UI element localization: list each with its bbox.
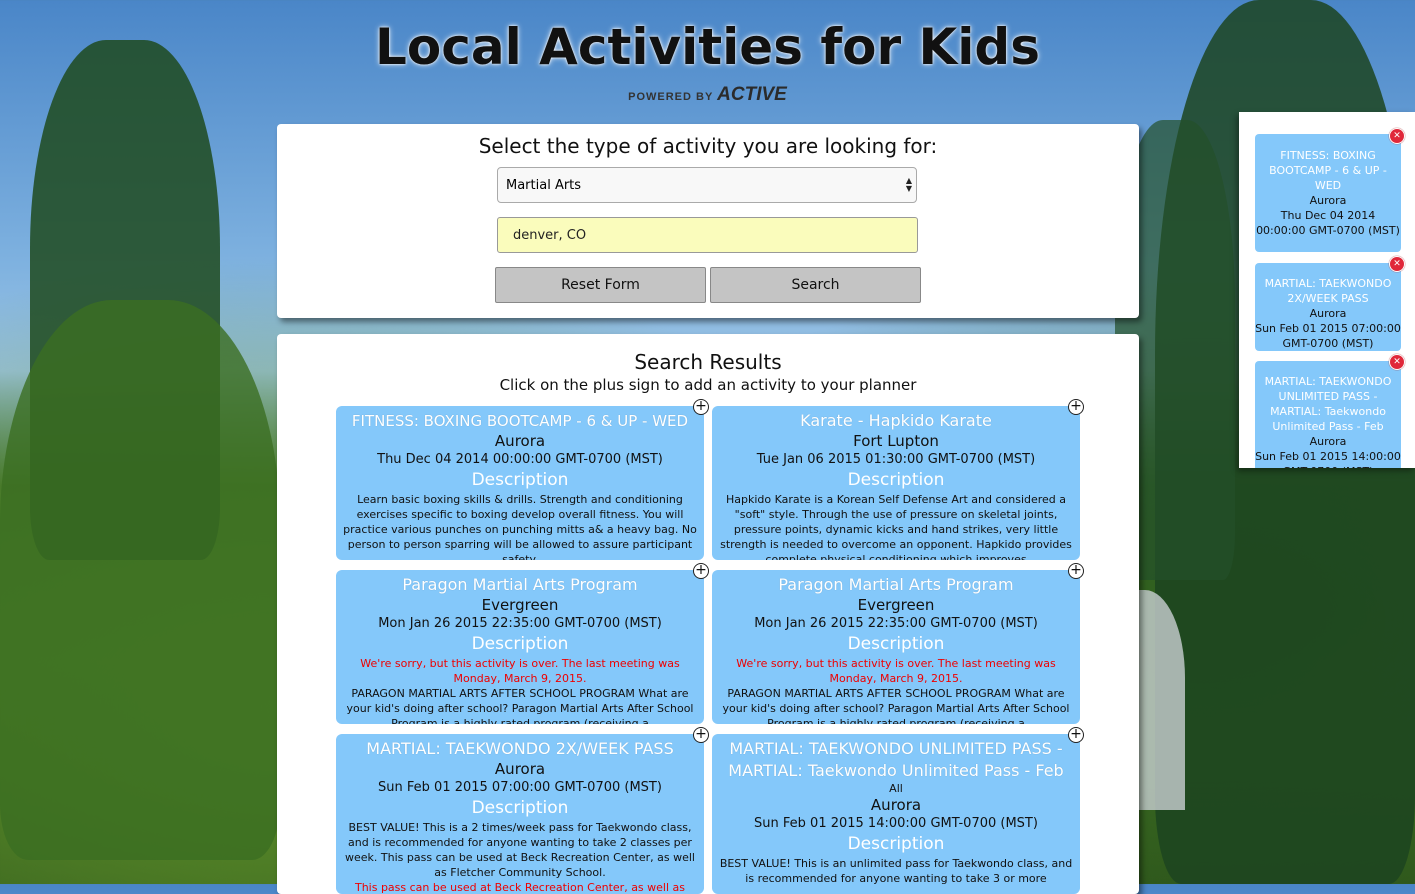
activity-planner-sidebar: FITNESS: BOXING BOOTCAMP - 6 & UP - WED … bbox=[1239, 112, 1415, 468]
activity-description: Learn basic boxing skills & drills. Stre… bbox=[343, 493, 697, 560]
reset-form-button[interactable]: Reset Form bbox=[495, 267, 706, 303]
background-meadow bbox=[0, 300, 280, 860]
planner-item-city: Aurora bbox=[1309, 307, 1347, 320]
activity-description: Hapkido Karate is a Korean Self Defense … bbox=[720, 493, 1072, 560]
activity-card: MARTIAL: TAEKWONDO UNLIMITED PASS - MART… bbox=[712, 734, 1080, 894]
add-to-planner-plus-icon[interactable]: + bbox=[1068, 399, 1084, 415]
add-to-planner-plus-icon[interactable]: + bbox=[1068, 563, 1084, 579]
activity-date: Tue Jan 06 2015 01:30:00 GMT-0700 (MST) bbox=[756, 452, 1036, 467]
activity-card: Paragon Martial Arts Program Evergreen M… bbox=[712, 570, 1080, 724]
planner-item-city: Aurora bbox=[1309, 435, 1347, 448]
activity-over-notice: We're sorry, but this activity is over. … bbox=[736, 657, 1056, 685]
planner-item-city: Aurora bbox=[1309, 194, 1347, 207]
activity-city: Aurora bbox=[494, 760, 546, 778]
activity-city: Evergreen bbox=[481, 596, 559, 614]
add-to-planner-plus-icon[interactable]: + bbox=[693, 563, 709, 579]
activity-date: Sun Feb 01 2015 07:00:00 GMT-0700 (MST) bbox=[378, 780, 662, 795]
activity-title: MARTIAL: TAEKWONDO 2X/WEEK PASS bbox=[366, 739, 674, 758]
planner-item-title: FITNESS: BOXING BOOTCAMP - 6 & UP - WED bbox=[1269, 149, 1387, 192]
description-label: Description bbox=[471, 798, 569, 818]
activity-description: BEST VALUE! This is an unlimited pass fo… bbox=[719, 857, 1073, 885]
planner-item: MARTIAL: TAEKWONDO 2X/WEEK PASS Aurora S… bbox=[1255, 263, 1401, 351]
remove-planner-item-close-icon[interactable]: ✕ bbox=[1389, 256, 1405, 272]
activity-title: Paragon Martial Arts Program bbox=[402, 575, 638, 594]
activity-description: BEST VALUE! This is a 2 times/week pass … bbox=[345, 821, 695, 879]
search-form-panel: Select the type of activity you are look… bbox=[277, 124, 1139, 318]
description-label: Description bbox=[847, 634, 945, 654]
activity-card: Paragon Martial Arts Program Evergreen M… bbox=[336, 570, 704, 724]
activity-date: Mon Jan 26 2015 22:35:00 GMT-0700 (MST) bbox=[378, 616, 662, 631]
activity-card: MARTIAL: TAEKWONDO 2X/WEEK PASS Aurora S… bbox=[336, 734, 704, 894]
activity-title: Karate - Hapkido Karate bbox=[800, 411, 992, 430]
search-results-panel: Search Results Click on the plus sign to… bbox=[277, 334, 1139, 894]
description-label: Description bbox=[847, 470, 945, 490]
activity-city: Aurora bbox=[870, 796, 922, 814]
results-hint: Click on the plus sign to add an activit… bbox=[499, 376, 917, 394]
powered-by-text: POWERED BY bbox=[628, 91, 714, 103]
planner-item-title: MARTIAL: TAEKWONDO UNLIMITED PASS - MART… bbox=[1264, 375, 1392, 433]
planner-item-date: Sun Feb 01 2015 07:00:00 GMT-0700 (MST) bbox=[1255, 322, 1401, 350]
page-header: Local Activities for Kids POWERED BY ACT… bbox=[0, 18, 1415, 106]
activity-city: Fort Lupton bbox=[853, 432, 939, 450]
activity-title: Paragon Martial Arts Program bbox=[778, 575, 1014, 594]
page-title: Local Activities for Kids bbox=[375, 18, 1040, 76]
select-arrows-icon: ▲ ▼ bbox=[905, 176, 912, 193]
powered-by-logo: POWERED BY ACTIVE bbox=[0, 84, 1415, 106]
activity-card: Karate - Hapkido Karate Fort Lupton Tue … bbox=[712, 406, 1080, 560]
activity-type-select[interactable]: Martial Arts ▲ ▼ bbox=[497, 167, 917, 203]
description-label: Description bbox=[471, 470, 569, 490]
planner-item: FITNESS: BOXING BOOTCAMP - 6 & UP - WED … bbox=[1255, 134, 1401, 252]
activity-prompt: Select the type of activity you are look… bbox=[478, 134, 938, 158]
activity-card: FITNESS: BOXING BOOTCAMP - 6 & UP - WED … bbox=[336, 406, 704, 560]
activity-title: FITNESS: BOXING BOOTCAMP - 6 & UP - WED bbox=[351, 412, 689, 430]
results-heading: Search Results bbox=[634, 350, 782, 374]
activity-date: Thu Dec 04 2014 00:00:00 GMT-0700 (MST) bbox=[377, 452, 663, 467]
location-input[interactable]: denver, CO bbox=[497, 217, 918, 253]
activity-notice: This pass can be used at Beck Recreation… bbox=[354, 881, 686, 894]
activity-subtitle: All bbox=[889, 782, 903, 795]
activity-description: PARAGON MARTIAL ARTS AFTER SCHOOL PROGRA… bbox=[722, 687, 1070, 724]
remove-planner-item-close-icon[interactable]: ✕ bbox=[1389, 354, 1405, 370]
activity-city: Aurora bbox=[494, 432, 546, 450]
add-to-planner-plus-icon[interactable]: + bbox=[1068, 727, 1084, 743]
activity-description: PARAGON MARTIAL ARTS AFTER SCHOOL PROGRA… bbox=[346, 687, 694, 724]
location-value: denver, CO bbox=[513, 227, 587, 243]
activity-city: Evergreen bbox=[857, 596, 935, 614]
planner-item-title: MARTIAL: TAEKWONDO 2X/WEEK PASS bbox=[1264, 277, 1392, 305]
remove-planner-item-close-icon[interactable]: ✕ bbox=[1389, 128, 1405, 144]
add-to-planner-plus-icon[interactable]: + bbox=[693, 727, 709, 743]
activity-type-value: Martial Arts bbox=[506, 177, 582, 193]
activity-date: Sun Feb 01 2015 14:00:00 GMT-0700 (MST) bbox=[754, 816, 1038, 831]
description-label: Description bbox=[847, 834, 945, 854]
active-brand-logo: ACTIVE bbox=[717, 84, 787, 105]
search-button[interactable]: Search bbox=[710, 267, 921, 303]
activity-title: MARTIAL: TAEKWONDO UNLIMITED PASS - MART… bbox=[728, 739, 1064, 780]
planner-item: MARTIAL: TAEKWONDO UNLIMITED PASS - MART… bbox=[1255, 361, 1401, 468]
planner-item-date: Sun Feb 01 2015 14:00:00 GMT-0700 (MST) bbox=[1255, 450, 1401, 468]
planner-item-date: Thu Dec 04 2014 00:00:00 GMT-0700 (MST) bbox=[1256, 209, 1400, 237]
add-to-planner-plus-icon[interactable]: + bbox=[693, 399, 709, 415]
activity-date: Mon Jan 26 2015 22:35:00 GMT-0700 (MST) bbox=[754, 616, 1038, 631]
description-label: Description bbox=[471, 634, 569, 654]
activity-over-notice: We're sorry, but this activity is over. … bbox=[360, 657, 680, 685]
